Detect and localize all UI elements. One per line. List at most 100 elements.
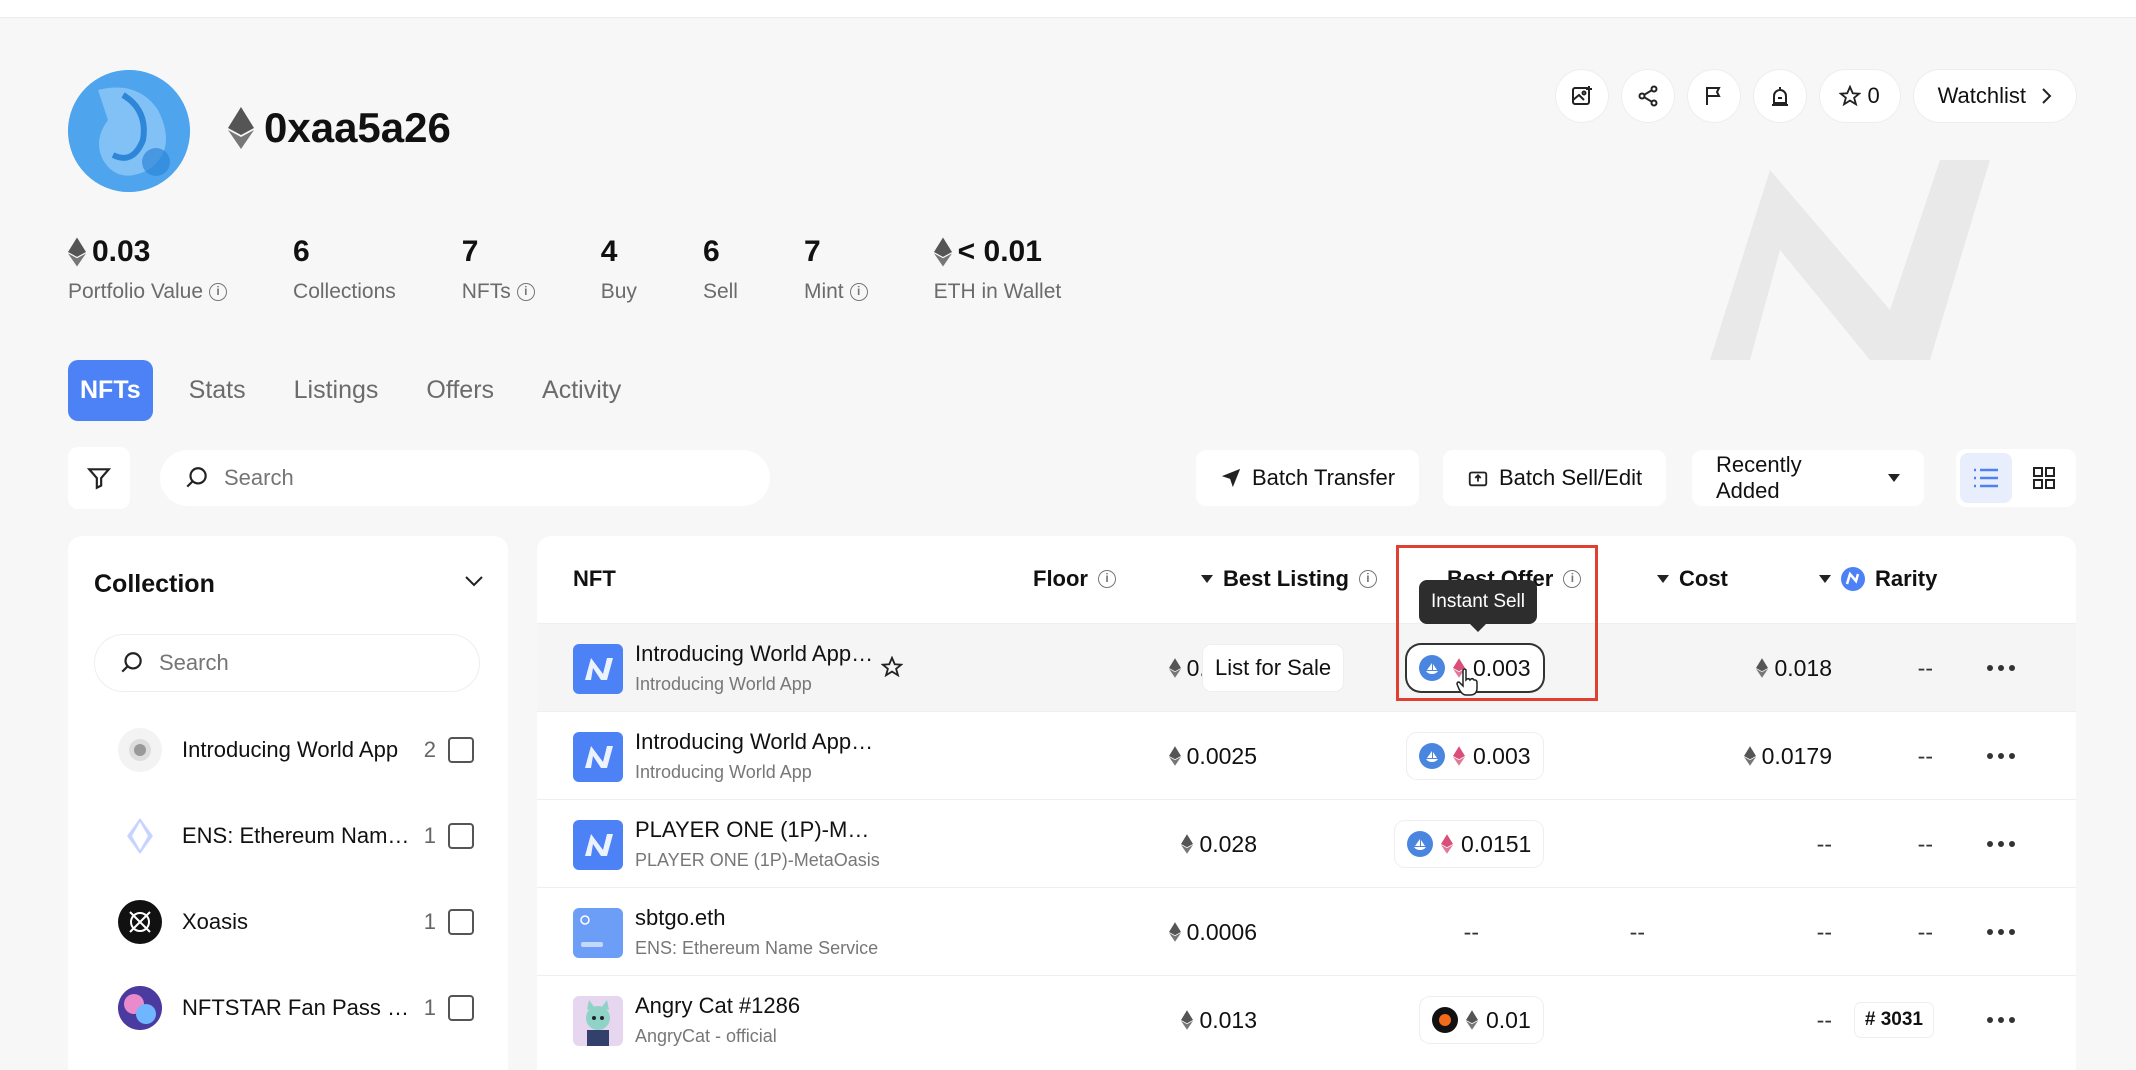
info-icon[interactable]: i: [516, 283, 535, 301]
instant-sell-button[interactable]: 0.003: [1407, 733, 1543, 779]
floor-price: 0.013: [957, 976, 1257, 1064]
nft-name[interactable]: PLAYER ONE (1P)-MetaOasis: [635, 817, 875, 843]
watchlist-label: Watchlist: [1937, 83, 2026, 108]
table-row[interactable]: Introducing World App #2... Introducing …: [537, 623, 2076, 711]
collection-item[interactable]: Xoasis 1: [118, 897, 488, 947]
nft-thumbnail: [573, 732, 623, 782]
opensea-icon: [1407, 831, 1433, 857]
best-offer: --: [1629, 918, 1645, 945]
nft-name[interactable]: Introducing World App #2...: [635, 641, 875, 667]
table-row[interactable]: sbtgo.eth ENS: Ethereum Name Service 0.0…: [537, 887, 2076, 975]
flag-icon: [1705, 87, 1721, 105]
watchlist-button[interactable]: Watchlist: [1913, 70, 2076, 122]
stat-collections: 6 Collections: [293, 235, 396, 303]
nft-name[interactable]: Angry Cat #1286: [635, 993, 875, 1019]
portfolio-stats: 0.03 Portfolio Value i 6 Collections 7 NF…: [68, 234, 1127, 304]
more-options-button[interactable]: [1987, 976, 2015, 1064]
collection-checkbox[interactable]: [448, 737, 474, 763]
tab-offers[interactable]: Offers: [414, 360, 506, 421]
cost: --: [1816, 830, 1832, 857]
stat-buy: 4 Buy: [600, 235, 637, 303]
batch-sell-button[interactable]: Batch Sell/Edit: [1443, 450, 1667, 506]
sort-dropdown[interactable]: Recently Added: [1692, 450, 1924, 506]
caret-down-icon: [1657, 575, 1669, 583]
ethereum-icon: [1181, 834, 1194, 854]
list-for-sale-button[interactable]: List for Sale: [1203, 645, 1344, 691]
more-options-button[interactable]: [1987, 624, 2015, 712]
collection-checkbox[interactable]: [448, 909, 474, 935]
more-options-button[interactable]: [1987, 888, 2015, 976]
cost: 0.018: [1637, 624, 1832, 712]
ethereum-icon: [228, 107, 254, 149]
tab-nfts[interactable]: NFTs: [68, 360, 153, 421]
info-icon[interactable]: i: [1358, 570, 1377, 588]
floor-price: 0.0006: [957, 888, 1257, 976]
instant-sell-button[interactable]: 0.0151: [1395, 821, 1544, 867]
ethereum-icon: [1756, 658, 1769, 678]
nft-collection: ENS: Ethereum Name Service: [635, 938, 879, 958]
instant-sell-button[interactable]: 0.01: [1420, 997, 1543, 1043]
rarity: --: [1917, 918, 1933, 945]
best-listing-value: --: [1463, 918, 1479, 945]
collection-sidebar: Collection Introducing World App 2 ENS: …: [68, 536, 508, 1070]
tab-stats[interactable]: Stats: [177, 360, 258, 421]
tab-activity[interactable]: Activity: [530, 360, 633, 421]
floor-price: 0.028: [957, 800, 1257, 888]
ethereum-icon: [68, 237, 86, 267]
filter-button[interactable]: [68, 447, 130, 509]
collection-checkbox[interactable]: [448, 823, 474, 849]
collection-item[interactable]: Introducing World App 2: [118, 725, 488, 775]
rarity: # 3031: [1787, 976, 1933, 1064]
filter-icon: [86, 468, 112, 490]
wallet-header: 0xaa5a26: [228, 104, 451, 152]
view-toggle: [1956, 449, 2076, 507]
more-options-button[interactable]: [1987, 800, 2015, 888]
collection-item[interactable]: NFTSTAR Fan Pass - Season 1 1: [118, 983, 488, 1033]
report-button[interactable]: [1687, 70, 1740, 122]
chevron-right-icon: [2042, 88, 2052, 104]
column-best-listing[interactable]: Best Listing i: [1201, 566, 1377, 592]
nft-name[interactable]: sbtgo.eth: [635, 905, 875, 931]
alert-button[interactable]: [1753, 70, 1806, 122]
search-input[interactable]: [224, 465, 624, 491]
batch-transfer-button[interactable]: Batch Transfer: [1196, 450, 1420, 506]
ethereum-icon: [1168, 658, 1181, 678]
more-options-button[interactable]: [1987, 712, 2015, 800]
table-row[interactable]: PLAYER ONE (1P)-MetaOasis PLAYER ONE (1P…: [537, 799, 2076, 887]
nft-search[interactable]: [160, 450, 770, 506]
search-icon: [121, 652, 142, 673]
column-nft[interactable]: NFT: [573, 566, 616, 592]
favorite-button[interactable]: 0: [1819, 70, 1900, 122]
collection-search[interactable]: [94, 634, 480, 692]
ethereum-icon: [1743, 746, 1756, 766]
chevron-down-icon[interactable]: [464, 574, 484, 588]
image-button[interactable]: [1555, 70, 1608, 122]
nft-name[interactable]: Introducing World App #2...: [635, 729, 875, 755]
caret-down-icon: [1201, 575, 1213, 583]
collection-heading: Collection: [94, 570, 215, 598]
grid-view-button[interactable]: [2018, 453, 2070, 503]
column-cost[interactable]: Cost: [1657, 566, 1728, 592]
info-icon[interactable]: i: [849, 283, 868, 301]
collection-search-input[interactable]: [159, 650, 459, 676]
collection-item[interactable]: ENS: Ethereum Name Service 1: [118, 811, 488, 861]
info-icon[interactable]: i: [209, 283, 228, 301]
weth-icon: [1441, 834, 1453, 854]
collection-checkbox[interactable]: [448, 995, 474, 1021]
stat-mint: 7 Mint i: [804, 234, 868, 304]
tab-listings[interactable]: Listings: [282, 360, 391, 421]
table-row[interactable]: Introducing World App #2... Introducing …: [537, 711, 2076, 799]
world-app-logo-icon: [118, 728, 162, 772]
ens-logo-icon: [118, 814, 162, 858]
list-view-button[interactable]: [1960, 453, 2012, 503]
wallet-address: 0xaa5a26: [264, 104, 451, 151]
send-icon: [1221, 468, 1241, 488]
hand-cursor-icon: [1456, 668, 1478, 696]
column-floor[interactable]: Floor i: [1033, 566, 1116, 592]
share-button[interactable]: [1621, 70, 1674, 122]
column-rarity[interactable]: Rarity: [1819, 566, 1937, 592]
best-offer: 0.003: [1407, 712, 1543, 800]
table-row[interactable]: Angry Cat #1286 AngryCat - official 0.01…: [537, 975, 2076, 1063]
star-icon[interactable]: [881, 656, 903, 678]
info-icon[interactable]: i: [1098, 570, 1116, 588]
